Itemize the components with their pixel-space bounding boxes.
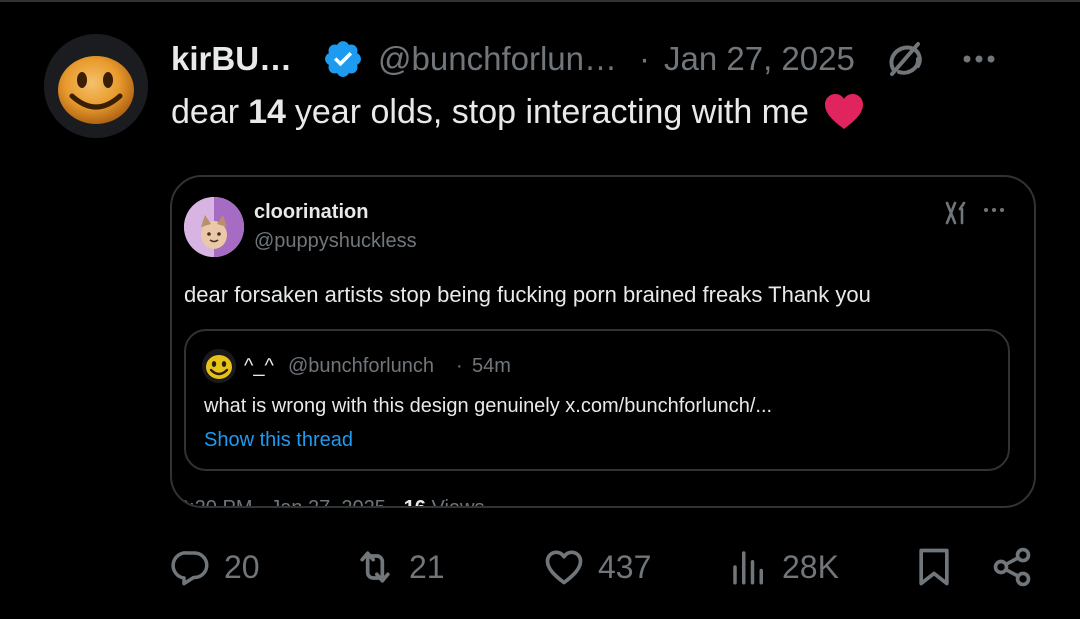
repost-button[interactable]: 21	[353, 540, 445, 594]
repost-count: 21	[409, 548, 445, 585]
quoted-post-text: dear forsaken artists stop being fucking…	[184, 282, 871, 307]
views-button[interactable]: 28K	[728, 540, 839, 594]
nested-author-avatar[interactable]	[202, 349, 236, 383]
views-count: 28K	[782, 548, 839, 585]
share-icon	[993, 547, 1031, 587]
reply-icon	[171, 551, 209, 586]
author-display-name[interactable]: kirBU…	[171, 40, 292, 78]
quoted-post-views-count: 16	[403, 497, 426, 508]
bookmark-icon	[919, 548, 949, 586]
quoted-more-options-icon[interactable]	[982, 203, 1006, 217]
post-screenshot: kirBU… @bunchforlun… · Jan 27, 2025 dear…	[0, 0, 1080, 619]
post-date[interactable]: Jan 27, 2025	[664, 40, 855, 78]
quoted-author-avatar[interactable]	[184, 197, 244, 257]
post-header: kirBU… @bunchforlun… · Jan 27, 2025	[171, 36, 1061, 82]
post-text: dear 14 year olds, stop interacting with…	[171, 92, 865, 132]
quoted-post-card[interactable]: cloorination @puppyshuckless dear forsak…	[170, 175, 1036, 508]
share-button[interactable]	[990, 540, 1034, 594]
post-text-start: dear	[171, 92, 240, 131]
repost-icon	[360, 551, 390, 583]
nested-post-time[interactable]: 54m	[472, 355, 511, 378]
like-button[interactable]: 437	[542, 540, 651, 594]
author-avatar[interactable]	[44, 34, 148, 138]
post-text-end: year olds, stop interacting with me	[294, 92, 809, 131]
verified-badge-icon[interactable]	[322, 38, 364, 80]
heart-emoji-icon	[823, 92, 865, 132]
nested-post-text: what is wrong with this design genuinely…	[204, 395, 773, 417]
bookmark-button[interactable]	[912, 540, 956, 594]
nested-quoted-post-card[interactable]: ^_^ @bunchforlunch · 54m what is wrong w…	[184, 329, 1010, 471]
quoted-author-display-name[interactable]: cloorination	[254, 201, 368, 224]
reply-button[interactable]: 20	[170, 540, 260, 594]
nested-author-display-name[interactable]: ^_^	[244, 355, 274, 378]
reply-count: 20	[224, 548, 260, 585]
grok-icon[interactable]	[944, 199, 968, 225]
grok-icon[interactable]	[885, 39, 925, 79]
author-handle[interactable]: @bunchforlun…	[378, 40, 617, 78]
top-divider	[0, 0, 1080, 2]
like-count: 437	[598, 548, 652, 585]
nested-author-handle[interactable]: @bunchforlunch	[288, 355, 434, 378]
quoted-post-timestamp[interactable]: 3:20 PM · Jan 27, 2025 ·	[178, 497, 404, 506]
separator-dot: ·	[456, 355, 463, 377]
quoted-post-views-label: Views	[425, 497, 485, 508]
quoted-post-meta: 3:20 PM · Jan 27, 2025 · 16 Views	[178, 497, 485, 508]
post-text-bold: 14	[248, 92, 286, 131]
separator-dot: ·	[639, 40, 650, 77]
quoted-author-handle[interactable]: @puppyshuckless	[254, 230, 417, 253]
show-thread-link[interactable]: Show this thread	[204, 429, 353, 452]
analytics-icon	[733, 551, 763, 585]
heart-icon	[545, 550, 583, 585]
more-options-icon[interactable]	[959, 39, 999, 79]
